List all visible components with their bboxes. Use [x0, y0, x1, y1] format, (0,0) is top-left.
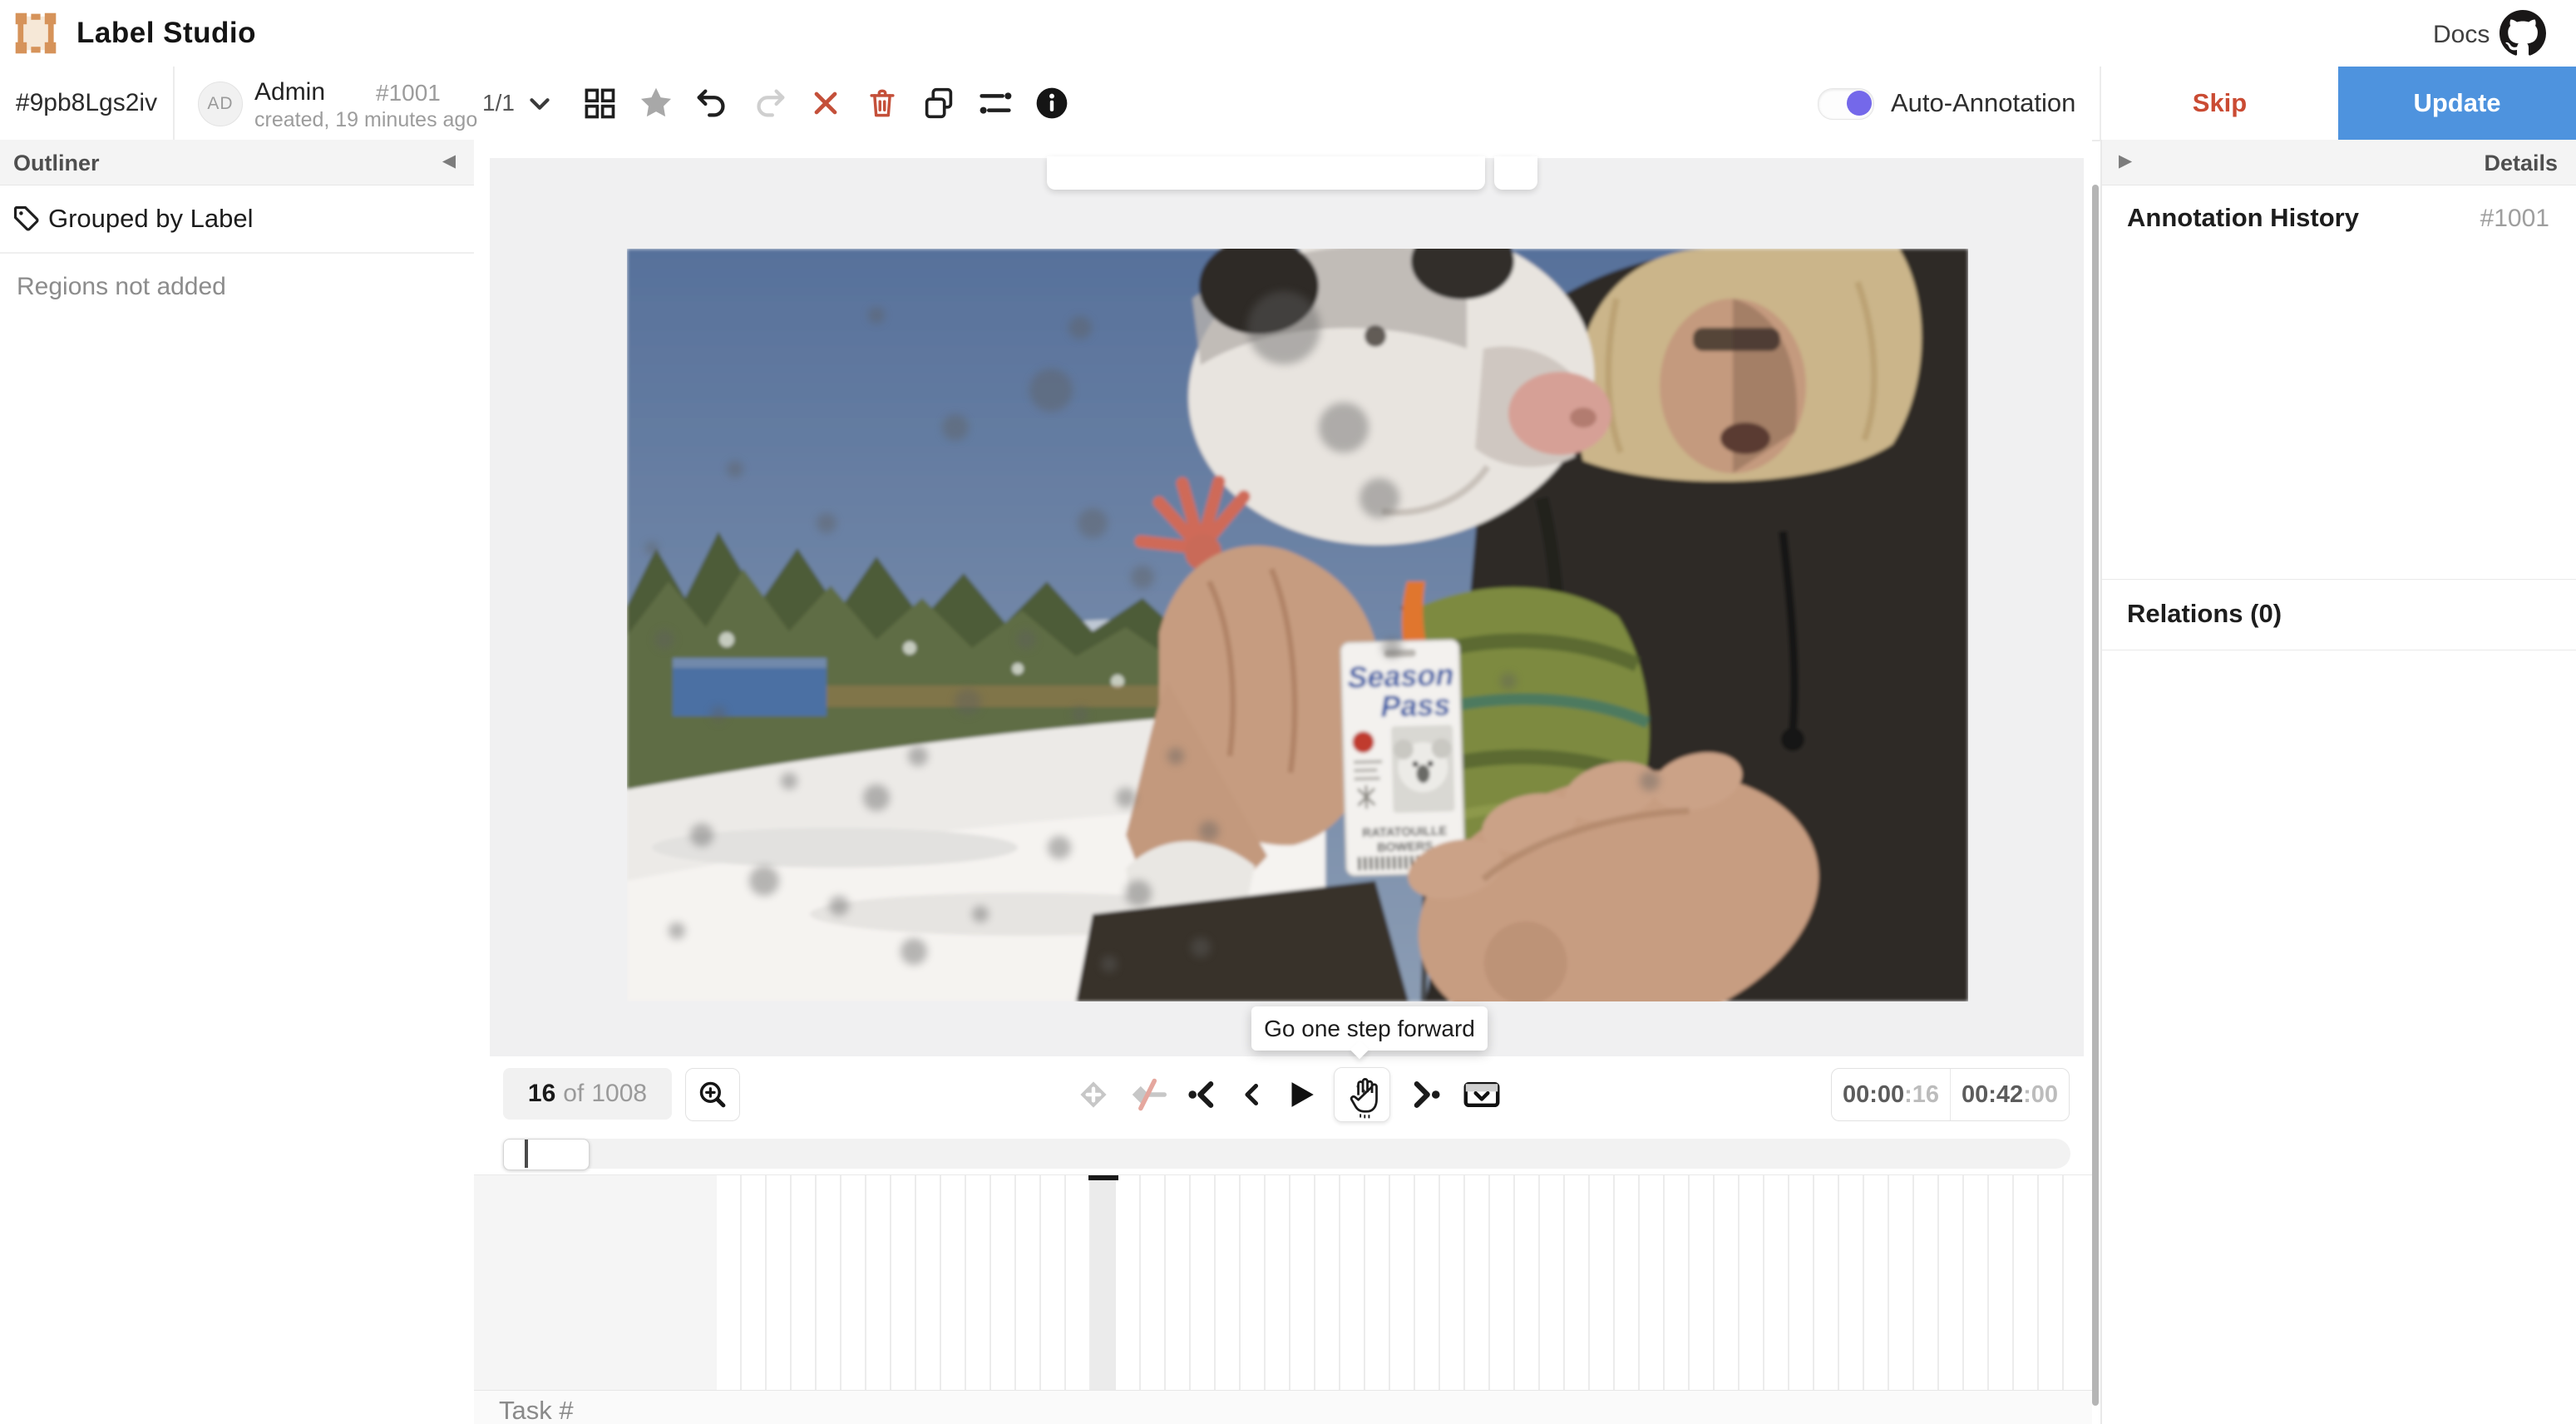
video-photo: Season Pass RATATOUILL: [627, 249, 1968, 1001]
outliner-header: Outliner ◀: [0, 140, 474, 185]
previous-keypoint-button[interactable]: [1184, 1076, 1222, 1113]
toggle-knob: [1847, 91, 1872, 116]
chevron-down-icon[interactable]: [524, 88, 555, 120]
frame-counter[interactable]: 16 of 1008: [503, 1068, 672, 1120]
label-studio-logo-icon: [13, 11, 58, 56]
app-title: Label Studio: [76, 17, 256, 50]
current-time-frames: :16: [1904, 1081, 1939, 1109]
info-icon[interactable]: [1033, 84, 1071, 122]
main-content: Season Pass RATATOUILL: [474, 140, 2092, 1424]
regions-empty-message: Regions not added: [17, 273, 226, 301]
badge-title-2: Pass: [1380, 687, 1451, 723]
zoom-in-button[interactable]: [685, 1068, 740, 1121]
task-number-label: Task #: [499, 1396, 574, 1424]
video-stage: Season Pass RATATOUILL: [490, 158, 2084, 1056]
annotation-pager: 1/1: [482, 90, 515, 116]
seek-track[interactable]: [503, 1139, 2070, 1169]
group-by-label-row[interactable]: Grouped by Label: [0, 185, 474, 254]
task-bottom-bar: Task #: [474, 1390, 2092, 1424]
auto-annotation-label: Auto-Annotation: [1891, 88, 2075, 118]
annotation-toolbar: #9pb8Lgs2iv AD Admin #1001 created, 19 m…: [0, 67, 2576, 141]
badge-name-1: RATATOUILLE: [1362, 824, 1448, 841]
details-title: Details: [2484, 151, 2558, 176]
relations-title: Relations (0): [2127, 599, 2282, 629]
timeline-grid[interactable]: [717, 1175, 2080, 1390]
current-time-main: 00:00: [1843, 1081, 1904, 1109]
timeline-current-frame[interactable]: [1091, 1175, 1116, 1390]
duplicate-icon[interactable]: [920, 84, 958, 122]
divider: [2102, 579, 2576, 580]
remove-keyframe-icon[interactable]: [1128, 1076, 1169, 1113]
tooltip-text: Go one step forward: [1264, 1016, 1475, 1042]
outliner-panel: Outliner ◀ Grouped by Label Regions not …: [0, 140, 476, 1424]
redo-icon[interactable]: [750, 84, 788, 122]
task-id: #9pb8Lgs2iv: [0, 67, 173, 140]
outliner-title: Outliner: [13, 151, 100, 176]
update-button[interactable]: Update: [2338, 67, 2576, 140]
tag-icon: [12, 204, 42, 234]
duration-frames: :00: [2023, 1081, 2058, 1109]
settings-compare-icon[interactable]: [976, 84, 1014, 122]
grid-view-icon[interactable]: [580, 84, 619, 122]
time-display: 00:00:16 00:42:00: [1831, 1068, 2070, 1121]
play-button[interactable]: [1282, 1076, 1319, 1113]
floating-toolbar: [1047, 156, 1485, 190]
grouping-label: Grouped by Label: [48, 204, 253, 234]
top-header: Label Studio Docs: [0, 0, 2576, 68]
star-icon[interactable]: [637, 84, 675, 122]
video-frame[interactable]: Season Pass RATATOUILL: [627, 249, 1968, 1001]
duration-main: 00:42: [1962, 1081, 2023, 1109]
vertical-scrollbar[interactable]: [2092, 185, 2099, 1406]
magnifier-plus-icon: [695, 1077, 730, 1112]
undo-icon[interactable]: [693, 84, 732, 122]
seek-playhead: [525, 1140, 528, 1168]
annotation-created: created, 19 minutes ago: [254, 108, 477, 132]
annotation-history-title: Annotation History: [2127, 203, 2359, 233]
floating-toolbar-handle[interactable]: [1494, 156, 1537, 190]
timeline-labels-area: [474, 1175, 717, 1390]
auto-annotation-toggle[interactable]: [1818, 88, 1874, 120]
details-panel: ▶ Details Annotation History #1001 Relat…: [2100, 140, 2576, 1424]
docs-link[interactable]: Docs: [2433, 21, 2490, 49]
current-time[interactable]: 00:00:16: [1832, 1069, 1950, 1120]
frames-panel-toggle-button[interactable]: [1458, 1076, 1505, 1113]
annotator-name: Admin: [254, 78, 325, 106]
divider: [173, 67, 175, 140]
annotation-id: #1001: [376, 80, 441, 106]
delete-icon[interactable]: [863, 84, 901, 122]
seek-handle[interactable]: [503, 1139, 590, 1170]
step-forward-button[interactable]: [1334, 1067, 1390, 1122]
collapse-left-icon[interactable]: ◀: [442, 151, 456, 171]
annotation-history-id: #1001: [2480, 205, 2549, 233]
reject-icon[interactable]: [807, 84, 845, 122]
frame-total: 1008: [591, 1080, 647, 1108]
frame-current: 16: [528, 1080, 555, 1108]
step-backward-button[interactable]: [1237, 1076, 1267, 1113]
add-keyframe-icon[interactable]: [1074, 1076, 1113, 1113]
next-keypoint-button[interactable]: [1405, 1076, 1443, 1113]
label-studio-app: Label Studio Docs #9pb8Lgs2iv AD Admin #…: [0, 0, 2576, 1424]
annotator-avatar[interactable]: AD: [198, 82, 243, 126]
hand-cursor-icon: [1346, 1075, 1386, 1121]
expand-right-icon[interactable]: ▶: [2119, 151, 2132, 171]
github-icon[interactable]: [2500, 10, 2546, 57]
timeline-playhead-marker[interactable]: [1088, 1175, 1118, 1180]
duration-time[interactable]: 00:42:00: [1950, 1069, 2069, 1120]
tooltip: Go one step forward: [1251, 1006, 1488, 1051]
details-header: ▶ Details: [2102, 140, 2576, 185]
frame-separator: of: [563, 1080, 584, 1108]
transport-controls: [1074, 1056, 1505, 1133]
toolbar-icons: [580, 67, 1071, 140]
skip-button[interactable]: Skip: [2100, 67, 2338, 140]
